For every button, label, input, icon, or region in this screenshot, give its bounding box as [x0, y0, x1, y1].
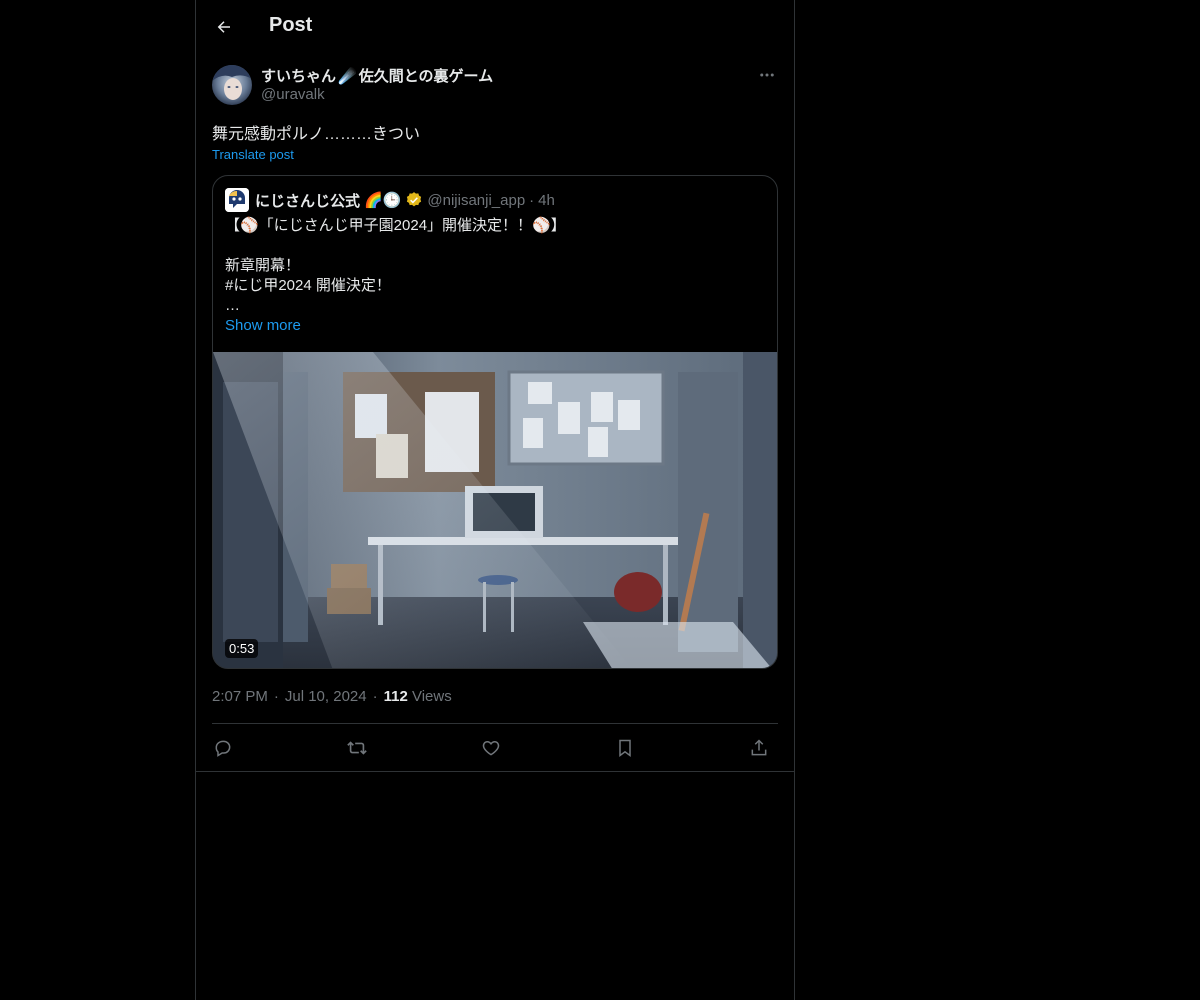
back-button[interactable]	[210, 13, 238, 41]
more-dots-icon	[760, 73, 774, 77]
quoted-author-name: にじさんじ公式	[255, 192, 361, 210]
author-handle[interactable]: @uravalk	[261, 86, 325, 103]
verified-badge-icon	[407, 192, 422, 207]
show-more-link[interactable]: Show more	[225, 316, 765, 336]
reply-icon	[215, 740, 231, 757]
post-text: 舞元感動ポルノ………きつい	[212, 126, 421, 143]
avatar-image	[212, 65, 252, 105]
post-meta: 2:07 PM · Jul 10, 2024 · 112 Views	[212, 688, 452, 705]
clubroom-scene-image	[213, 352, 777, 668]
more-button[interactable]	[756, 64, 778, 86]
like-icon	[482, 740, 500, 756]
repost-button[interactable]	[344, 735, 370, 761]
rainbow-clock-emoji-icon: 🌈🕒	[364, 192, 402, 209]
quoted-post-time: 4h	[538, 191, 555, 209]
quoted-author-handle: @nijisanji_app	[427, 191, 526, 209]
separator-dot: ·	[529, 191, 535, 209]
share-button[interactable]	[746, 735, 772, 761]
views[interactable]: 112 Views	[384, 688, 452, 705]
share-icon	[751, 739, 767, 756]
quoted-line: …	[225, 297, 240, 314]
separator-dot: ·	[273, 688, 279, 705]
quoted-line	[225, 236, 765, 256]
translate-post-link[interactable]: Translate post	[212, 147, 294, 162]
post-time[interactable]: 2:07 PM	[212, 688, 268, 705]
arrow-left-icon	[217, 21, 230, 33]
video-thumbnail[interactable]: 0:53	[213, 352, 777, 668]
video-duration: 0:53	[225, 639, 259, 658]
quoted-post-body: 【⚾「にじさんじ甲子園2024」開催決定！！⚾】 新章開幕！ #にじ甲2024 …	[225, 216, 765, 336]
quoted-line: #にじ甲2024 開催決定！	[225, 277, 391, 294]
separator-dot: ·	[372, 688, 378, 705]
comet-emoji-icon: ☄️	[338, 67, 357, 85]
bookmark-button[interactable]	[612, 735, 638, 761]
divider	[212, 723, 778, 724]
post-date[interactable]: Jul 10, 2024	[285, 688, 367, 705]
page-header: Post	[196, 0, 794, 54]
author-name-prefix: すいちゃん	[261, 68, 337, 85]
quoted-line: 新章開幕！	[225, 257, 301, 274]
views-count: 112	[383, 688, 408, 705]
quoted-post-card[interactable]: にじさんじ公式 🌈🕒 @nijisanji_app · 4h 【⚾「にじさんじ甲…	[212, 175, 778, 669]
quoted-line: 【⚾「にじさんじ甲子園2024」開催決定！！⚾】	[225, 217, 566, 234]
author-name-suffix: 佐久間との裏ゲーム	[358, 68, 494, 85]
post-column: Post すいちゃん ☄️ 佐久間との裏ゲーム @uravalk 舞元感動ポルノ…	[195, 0, 795, 1000]
repost-icon	[347, 741, 367, 755]
quoted-post-header: にじさんじ公式 🌈🕒 @nijisanji_app · 4h	[225, 188, 555, 212]
like-button[interactable]	[478, 735, 504, 761]
avatar[interactable]	[212, 65, 252, 105]
nijisanji-logo-icon	[225, 188, 249, 212]
bookmark-icon	[619, 739, 631, 757]
page-title: Post	[269, 14, 313, 36]
divider	[196, 771, 794, 772]
quoted-avatar	[225, 188, 249, 212]
action-bar	[212, 733, 778, 763]
views-label: Views	[411, 688, 452, 705]
author-name[interactable]: すいちゃん ☄️ 佐久間との裏ゲーム	[261, 65, 493, 86]
reply-button[interactable]	[210, 735, 236, 761]
